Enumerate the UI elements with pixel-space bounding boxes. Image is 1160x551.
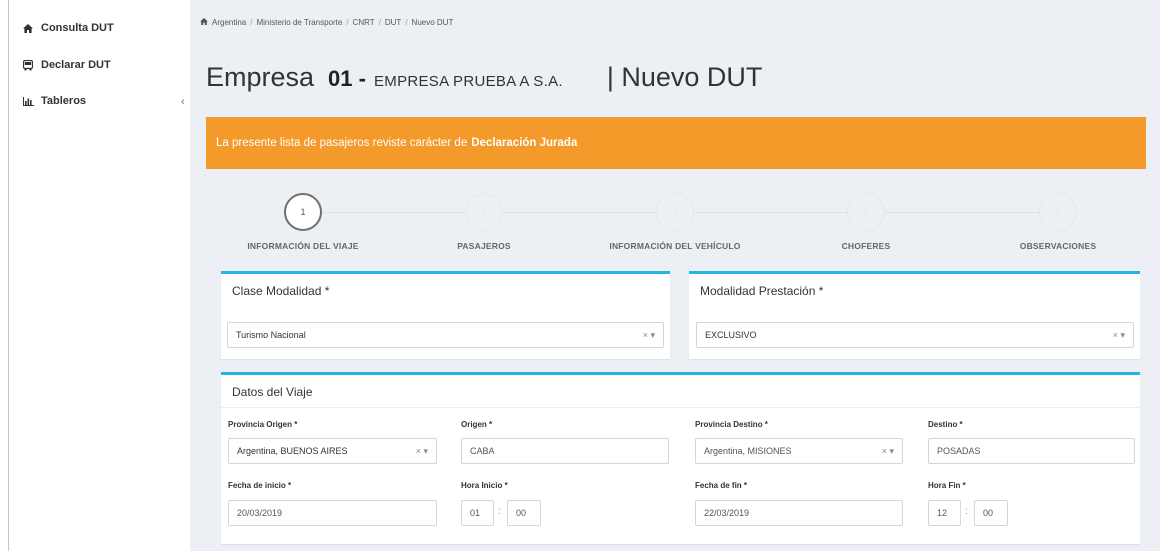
step-label: PASAJEROS (457, 241, 511, 251)
step-label: INFORMACIÓN DEL VEHÍCULO (609, 241, 741, 251)
provincia-origen-label: Provincia Origen * (228, 420, 298, 429)
hora-inicio-hour[interactable]: 01 (461, 500, 494, 526)
step-circle: 2 (465, 193, 503, 231)
hora-fin-hour[interactable]: 12 (928, 500, 961, 526)
alert-bold-text: Declaración Jurada (471, 137, 578, 149)
breadcrumb-separator: / (405, 18, 408, 27)
sidebar-item-declarar-dut[interactable]: Declarar DUT (21, 59, 111, 71)
provincia-origen-select[interactable]: Argentina, BUENOS AIRES × ▾ (228, 438, 437, 464)
modalidad-prestacion-title: Modalidad Prestación * (700, 284, 824, 298)
hora-fin-minute[interactable]: 00 (974, 500, 1008, 526)
page-title: Empresa 01 - EMPRESA PRUEBA A S.A. | Nue… (206, 62, 762, 93)
fecha-fin-input[interactable]: 22/03/2019 (695, 500, 903, 526)
modalidad-prestacion-value: EXCLUSIVO (705, 330, 757, 340)
hora-inicio-minute[interactable]: 00 (507, 500, 541, 526)
empresa-label: Empresa (206, 62, 315, 92)
clase-modalidad-select[interactable]: Turismo Nacional × ▾ (227, 322, 664, 348)
clear-dropdown-icon[interactable]: × ▾ (882, 446, 894, 457)
breadcrumb-item[interactable]: DUT (385, 18, 401, 27)
bus-icon (21, 59, 35, 71)
breadcrumb-item-current: Nuevo DUT (411, 18, 454, 27)
breadcrumb-item[interactable]: Argentina (212, 18, 246, 27)
hora-fin-label: Hora Fin * (928, 481, 966, 490)
provincia-destino-label: Provincia Destino * (695, 420, 768, 429)
origen-label: Origen * (461, 420, 493, 429)
sidebar-item-tableros[interactable]: Tableros (21, 95, 86, 107)
declaration-alert: La presente lista de pasajeros reviste c… (206, 117, 1146, 169)
step-label: INFORMACIÓN DEL VIAJE (247, 241, 359, 251)
origen-input[interactable]: CABA (461, 438, 669, 464)
chevron-left-icon[interactable]: ‹ (181, 96, 185, 108)
sidebar-item-label: Declarar DUT (41, 59, 111, 71)
step-circle: 5 (1039, 193, 1077, 231)
fecha-fin-label: Fecha de fin * (695, 481, 748, 490)
modalidad-prestacion-card: Modalidad Prestación * EXCLUSIVO × ▾ (689, 271, 1140, 359)
provincia-origen-value: Argentina, BUENOS AIRES (237, 446, 348, 456)
clase-modalidad-value: Turismo Nacional (236, 330, 306, 340)
hora-inicio-label: Hora Inicio * (461, 481, 508, 490)
sidebar-item-label: Consulta DUT (41, 22, 114, 34)
bar-chart-icon (21, 96, 35, 106)
time-separator: : (498, 506, 501, 517)
home-icon[interactable] (200, 18, 208, 27)
modalidad-prestacion-select[interactable]: EXCLUSIVO × ▾ (696, 322, 1134, 348)
destino-label: Destino * (928, 420, 963, 429)
provincia-destino-select[interactable]: Argentina, MISIONES × ▾ (695, 438, 903, 464)
clase-modalidad-card: Clase Modalidad * Turismo Nacional × ▾ (221, 271, 670, 359)
step-informacion-viaje[interactable]: 1 INFORMACIÓN DEL VIAJE (223, 193, 383, 251)
main-content: Argentina / Ministerio de Transporte / C… (190, 0, 1160, 551)
step-choferes[interactable]: 4 CHOFERES (786, 193, 946, 251)
destino-input[interactable]: POSADAS (928, 438, 1135, 464)
step-label: OBSERVACIONES (1019, 241, 1097, 251)
step-label: CHOFERES (841, 241, 891, 251)
clear-dropdown-icon[interactable]: × ▾ (643, 330, 655, 341)
step-circle: 3 (656, 193, 694, 231)
clase-modalidad-title: Clase Modalidad * (232, 284, 330, 298)
breadcrumb-separator: / (346, 18, 349, 27)
sidebar-item-consulta-dut[interactable]: Consulta DUT (21, 22, 114, 34)
card-divider (221, 407, 1140, 408)
breadcrumb-separator: / (250, 18, 253, 27)
breadcrumb-separator: / (378, 18, 381, 27)
alert-text: La presente lista de pasajeros reviste c… (216, 137, 468, 149)
app-frame: Consulta DUT Declarar DUT Tableros ‹ Arg… (0, 0, 1160, 551)
step-observaciones[interactable]: 5 OBSERVACIONES (978, 193, 1138, 251)
home-icon (21, 23, 35, 33)
breadcrumb: Argentina / Ministerio de Transporte / C… (200, 18, 453, 27)
breadcrumb-item[interactable]: Ministerio de Transporte (256, 18, 342, 27)
sidebar: Consulta DUT Declarar DUT Tableros ‹ (9, 0, 190, 551)
time-separator: : (965, 506, 968, 517)
wizard-stepper: 1 INFORMACIÓN DEL VIAJE 2 PASAJEROS 3 IN… (206, 185, 1146, 260)
empresa-name: EMPRESA PRUEBA A S.A. (373, 73, 563, 90)
step-circle: 1 (284, 193, 322, 231)
provincia-destino-value: Argentina, MISIONES (704, 446, 792, 456)
step-circle: 4 (847, 193, 885, 231)
breadcrumb-item[interactable]: CNRT (353, 18, 375, 27)
clear-dropdown-icon[interactable]: × ▾ (1113, 330, 1125, 341)
datos-viaje-card: Datos del Viaje Provincia Origen * Argen… (221, 372, 1140, 544)
sidebar-item-label: Tableros (41, 95, 87, 107)
datos-viaje-title: Datos del Viaje (232, 385, 313, 399)
fecha-inicio-input[interactable]: 20/03/2019 (228, 500, 437, 526)
page-suffix: | Nuevo DUT (606, 62, 763, 92)
step-pasajeros[interactable]: 2 PASAJEROS (404, 193, 564, 251)
fecha-inicio-label: Fecha de inicio * (228, 481, 292, 490)
empresa-number: 01 - (328, 66, 366, 91)
clear-dropdown-icon[interactable]: × ▾ (416, 446, 428, 457)
step-informacion-vehiculo[interactable]: 3 INFORMACIÓN DEL VEHÍCULO (595, 193, 755, 251)
